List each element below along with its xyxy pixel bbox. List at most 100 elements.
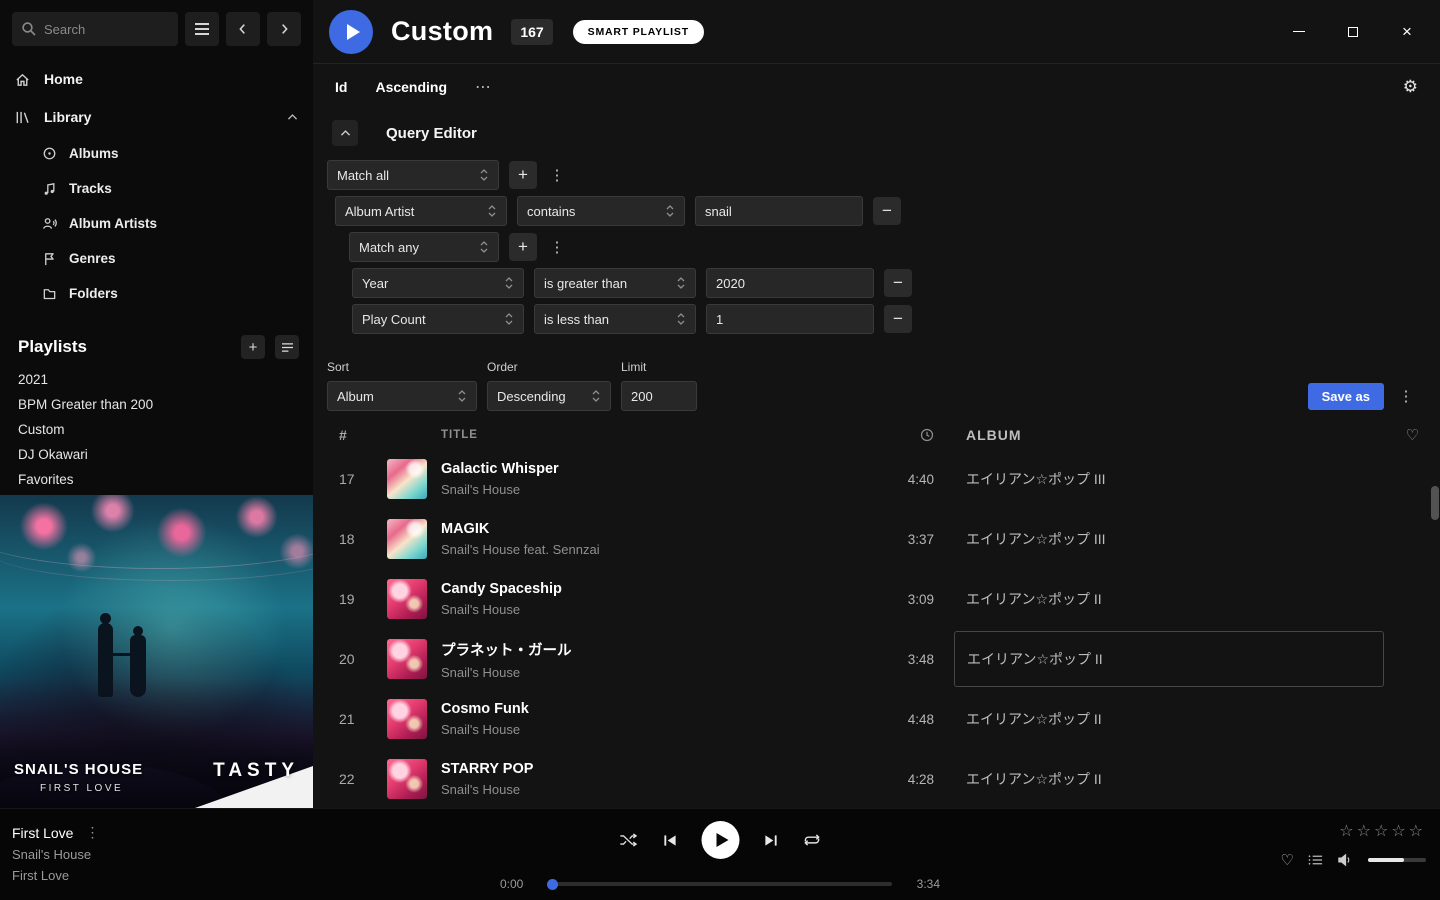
limit-input[interactable]: [621, 381, 697, 411]
sort-direction-button[interactable]: Ascending: [375, 79, 447, 95]
next-track-button[interactable]: [764, 833, 779, 848]
now-playing-menu-button[interactable]: ⋮: [85, 824, 99, 841]
remove-rule-button[interactable]: −: [884, 305, 912, 333]
scrollbar-thumb[interactable]: [1431, 486, 1439, 520]
track-row[interactable]: 21 Cosmo FunkSnail's House 4:48 エイリアン☆ポッ…: [313, 689, 1440, 749]
column-album[interactable]: ALBUM: [954, 427, 1384, 443]
queue-button[interactable]: [1308, 854, 1323, 866]
track-album[interactable]: エイリアン☆ポップ III: [954, 451, 1384, 507]
add-group-rule-button[interactable]: +: [509, 233, 537, 261]
playlist-item[interactable]: Custom: [0, 417, 313, 442]
now-playing-info: First Love ⋮ Snail's House First Love: [12, 824, 99, 883]
play-icon: [347, 24, 360, 40]
sidebar-item-genres[interactable]: Genres: [0, 241, 313, 276]
track-album[interactable]: エイリアン☆ポップ II: [954, 571, 1384, 627]
now-playing-album[interactable]: First Love: [12, 868, 99, 883]
close-button[interactable]: ×: [1396, 21, 1418, 43]
star-icon: ☆: [1339, 823, 1356, 840]
track-row[interactable]: 20 プラネット・ガールSnail's House 3:48 エイリアン☆ポップ…: [313, 629, 1440, 689]
order-select[interactable]: Descending: [487, 381, 611, 411]
sidebar-item-albums[interactable]: Albums: [0, 136, 313, 171]
nav-back-button[interactable]: [226, 12, 260, 46]
home-icon: [14, 71, 31, 88]
shuffle-button[interactable]: [619, 832, 639, 848]
track-album[interactable]: エイリアン☆ポップ II: [954, 751, 1384, 807]
rule-value-input[interactable]: [706, 268, 874, 298]
settings-gear-button[interactable]: ⚙: [1403, 77, 1418, 97]
track-album[interactable]: エイリアン☆ポップ III: [954, 511, 1384, 567]
playlist-item[interactable]: Favorites: [0, 467, 313, 492]
seek-bar[interactable]: [548, 882, 892, 886]
track-row[interactable]: 19 Candy SpaceshipSnail's House 3:09 エイリ…: [313, 569, 1440, 629]
sidebar-item-album-artists[interactable]: Album Artists: [0, 206, 313, 241]
sidebar-item-folders[interactable]: Folders: [0, 276, 313, 311]
now-playing-artwork[interactable]: SNAIL'S HOUSE FIRST LOVE TASTY: [0, 495, 313, 808]
add-rule-button[interactable]: +: [509, 161, 537, 189]
save-menu-button[interactable]: ⋮: [1396, 382, 1416, 410]
now-playing-artist[interactable]: Snail's House: [12, 847, 99, 862]
track-row[interactable]: 17 Galactic WhisperSnail's House 4:40 エイ…: [313, 449, 1440, 509]
remove-rule-button[interactable]: −: [884, 269, 912, 297]
smart-playlist-badge: SMART PLAYLIST: [573, 20, 704, 44]
maximize-button[interactable]: [1342, 21, 1364, 43]
chevron-up-icon[interactable]: [286, 111, 299, 124]
save-as-button[interactable]: Save as: [1308, 383, 1384, 410]
track-album-focused[interactable]: エイリアン☆ポップ II: [954, 631, 1384, 687]
artwork-label-text: TASTY: [213, 760, 299, 782]
rating-stars[interactable]: ☆☆☆☆☆: [1339, 821, 1426, 841]
track-title: STARRY POP: [441, 761, 870, 777]
heart-icon: ♡: [1406, 427, 1420, 444]
now-playing-title[interactable]: First Love: [12, 825, 73, 841]
sidebar-item-home[interactable]: Home: [0, 60, 313, 98]
play-pause-button[interactable]: [702, 821, 740, 859]
match-type-select[interactable]: Match all: [327, 160, 499, 190]
track-title: MAGIK: [441, 521, 870, 537]
repeat-icon: [803, 832, 822, 848]
column-number[interactable]: #: [339, 427, 387, 443]
rule-value-input[interactable]: [706, 304, 874, 334]
track-title: Cosmo Funk: [441, 701, 870, 717]
group-menu-button[interactable]: ⋮: [547, 233, 567, 261]
track-album[interactable]: エイリアン☆ポップ II: [954, 691, 1384, 747]
sort-field-button[interactable]: Id: [335, 79, 347, 95]
playlist-item[interactable]: BPM Greater than 200: [0, 392, 313, 417]
rule-field-select[interactable]: Album Artist: [335, 196, 507, 226]
group-match-type-select[interactable]: Match any: [349, 232, 499, 262]
window-controls: ×: [1288, 21, 1418, 43]
rule-field-select[interactable]: Play Count: [352, 304, 524, 334]
collapse-query-editor-button[interactable]: [332, 120, 358, 146]
track-number: 18: [339, 531, 387, 547]
column-favorite[interactable]: ♡: [1384, 426, 1420, 444]
sidebar-item-label: Albums: [69, 146, 119, 161]
volume-button[interactable]: [1337, 853, 1354, 867]
sort-select[interactable]: Album: [327, 381, 477, 411]
track-row[interactable]: 22 STARRY POPSnail's House 4:28 エイリアン☆ポッ…: [313, 749, 1440, 808]
menu-button[interactable]: [185, 12, 219, 46]
playlist-item[interactable]: 2021: [0, 367, 313, 392]
minimize-button[interactable]: [1288, 21, 1310, 43]
playlist-list-button[interactable]: [275, 335, 299, 359]
nav-forward-button[interactable]: [267, 12, 301, 46]
track-row[interactable]: 18 MAGIKSnail's House feat. Sennzai 3:37…: [313, 509, 1440, 569]
repeat-button[interactable]: [803, 832, 822, 848]
play-playlist-button[interactable]: [329, 10, 373, 54]
column-title[interactable]: TITLE: [441, 429, 870, 441]
sidebar-item-library[interactable]: Library: [0, 98, 313, 136]
rule-value-input[interactable]: [695, 196, 863, 226]
column-duration[interactable]: [870, 428, 940, 442]
rule-operator-select[interactable]: is less than: [534, 304, 696, 334]
more-options-button[interactable]: ⋯: [475, 77, 491, 97]
rule-operator-select[interactable]: contains: [517, 196, 685, 226]
previous-track-button[interactable]: [663, 833, 678, 848]
add-playlist-button[interactable]: +: [241, 335, 265, 359]
volume-slider[interactable]: [1368, 858, 1426, 862]
rule-operator-select[interactable]: is greater than: [534, 268, 696, 298]
playlist-item[interactable]: DJ Okawari: [0, 442, 313, 467]
sidebar-item-tracks[interactable]: Tracks: [0, 171, 313, 206]
favorite-button[interactable]: ♡: [1281, 851, 1294, 869]
select-arrows-icon: [457, 388, 467, 404]
remove-rule-button[interactable]: −: [873, 197, 901, 225]
seek-handle[interactable]: [547, 879, 558, 890]
rule-menu-button[interactable]: ⋮: [547, 161, 567, 189]
rule-field-select[interactable]: Year: [352, 268, 524, 298]
